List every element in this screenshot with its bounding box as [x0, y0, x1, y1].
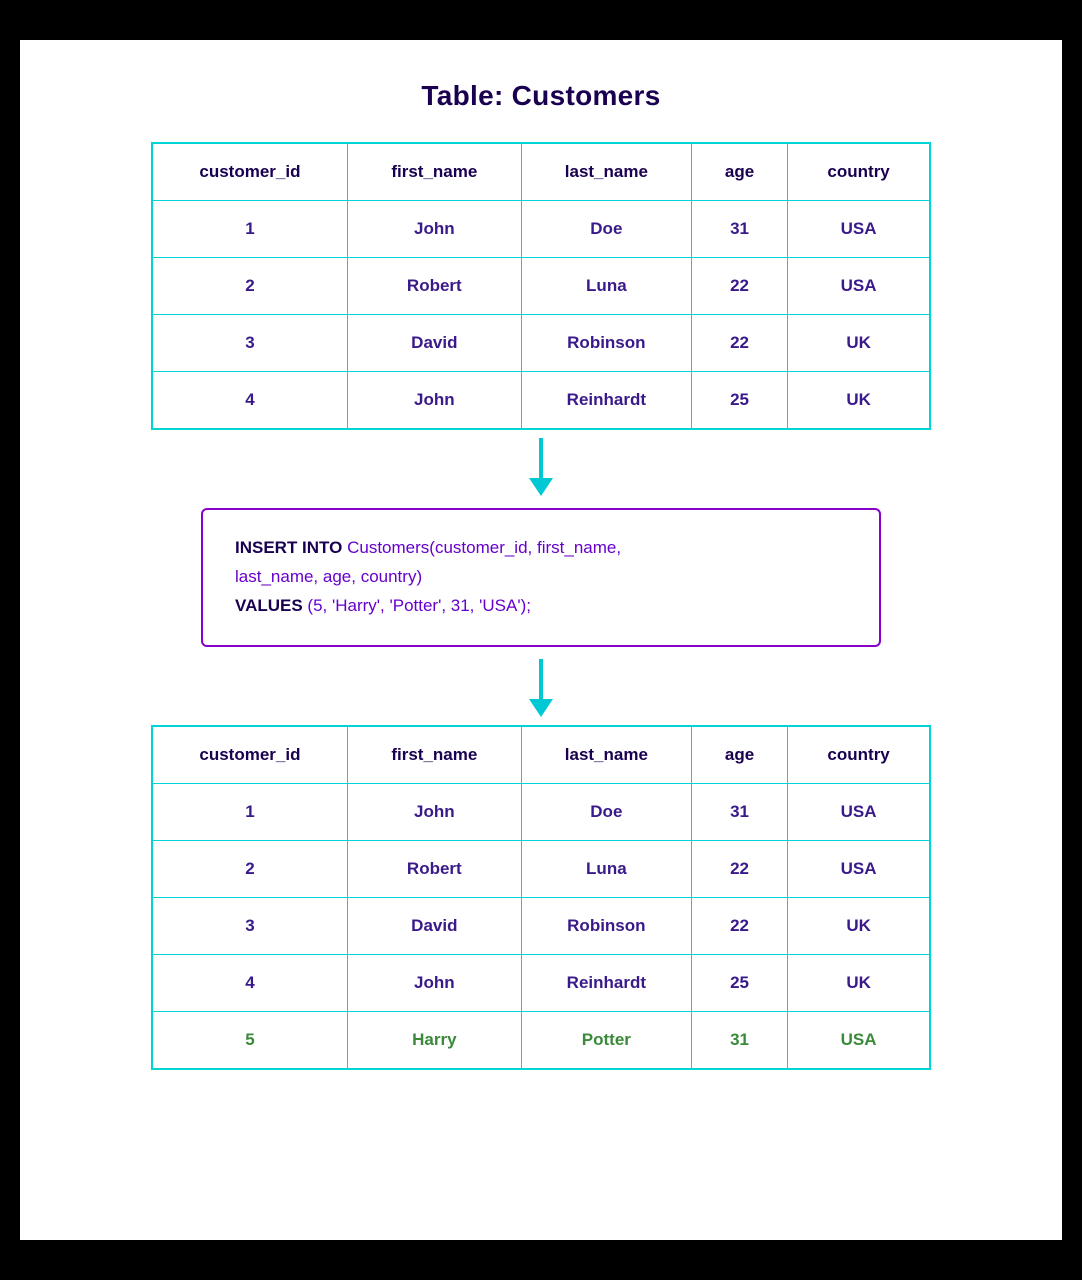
table-cell: Luna — [521, 258, 691, 315]
table-cell: Potter — [521, 1011, 691, 1069]
table-cell: USA — [788, 201, 930, 258]
table-cell: John — [347, 954, 521, 1011]
table-cell: Luna — [521, 840, 691, 897]
table-cell: 25 — [691, 372, 787, 430]
table-cell: John — [347, 201, 521, 258]
table-cell: Reinhardt — [521, 954, 691, 1011]
table-row: 1JohnDoe31USA — [152, 201, 930, 258]
table-cell: 22 — [691, 315, 787, 372]
sql-line1-rest: Customers(customer_id, first_name, — [342, 538, 621, 557]
table-cell: UK — [788, 954, 930, 1011]
table-cell: John — [347, 372, 521, 430]
table-cell: 31 — [691, 201, 787, 258]
arrow-1 — [529, 438, 553, 496]
table-row: 3DavidRobinson22UK — [152, 315, 930, 372]
table-cell: 2 — [152, 840, 347, 897]
table-cell: 31 — [691, 783, 787, 840]
table-cell: 1 — [152, 201, 347, 258]
table-row: 2RobertLuna22USA — [152, 258, 930, 315]
table-header-customer_id: customer_id — [152, 726, 347, 784]
table-cell: 3 — [152, 897, 347, 954]
arrow-shaft-1 — [539, 438, 543, 478]
table-row: 4JohnReinhardt25UK — [152, 954, 930, 1011]
arrow-shaft-2 — [539, 659, 543, 699]
table-cell: 5 — [152, 1011, 347, 1069]
arrow-head-1 — [529, 478, 553, 496]
table-cell: Doe — [521, 783, 691, 840]
diagram-wrapper: Table: Customers customer_idfirst_namela… — [20, 40, 1062, 1240]
sql-line-3: VALUES (5, 'Harry', 'Potter', 31, 'USA')… — [235, 592, 847, 621]
table-cell: USA — [788, 258, 930, 315]
table-cell: Reinhardt — [521, 372, 691, 430]
page-title: Table: Customers — [421, 80, 660, 112]
sql-line-1: INSERT INTO Customers(customer_id, first… — [235, 534, 847, 563]
table-header-last_name: last_name — [521, 726, 691, 784]
arrow-2 — [529, 659, 553, 717]
table-cell: UK — [788, 897, 930, 954]
table-row: 2RobertLuna22USA — [152, 840, 930, 897]
table-cell: UK — [788, 315, 930, 372]
table-cell: 4 — [152, 954, 347, 1011]
table-cell: 31 — [691, 1011, 787, 1069]
table-cell: Robert — [347, 258, 521, 315]
arrow-head-2 — [529, 699, 553, 717]
sql-line3-rest: (5, 'Harry', 'Potter', 31, 'USA'); — [303, 596, 531, 615]
table-row: 3DavidRobinson22UK — [152, 897, 930, 954]
top-table: customer_idfirst_namelast_nameagecountry… — [151, 142, 931, 430]
table-cell: USA — [788, 1011, 930, 1069]
table-cell: 22 — [691, 840, 787, 897]
table-cell: 1 — [152, 783, 347, 840]
table-row: 1JohnDoe31USA — [152, 783, 930, 840]
table-cell: UK — [788, 372, 930, 430]
table-header-customer_id: customer_id — [152, 143, 347, 201]
sql-keyword-values: VALUES — [235, 596, 303, 615]
table-cell: Robinson — [521, 315, 691, 372]
table-cell: 25 — [691, 954, 787, 1011]
sql-line-2: last_name, age, country) — [235, 563, 847, 592]
bottom-table: customer_idfirst_namelast_nameagecountry… — [151, 725, 931, 1070]
table-row: 5HarryPotter31USA — [152, 1011, 930, 1069]
table-cell: Robinson — [521, 897, 691, 954]
table-cell: 2 — [152, 258, 347, 315]
table-header-first_name: first_name — [347, 726, 521, 784]
table-header-first_name: first_name — [347, 143, 521, 201]
table-header-country: country — [788, 726, 930, 784]
sql-box: INSERT INTO Customers(customer_id, first… — [201, 508, 881, 647]
table-header-age: age — [691, 143, 787, 201]
table-row: 4JohnReinhardt25UK — [152, 372, 930, 430]
table-cell: 22 — [691, 258, 787, 315]
table-cell: USA — [788, 840, 930, 897]
table-cell: Doe — [521, 201, 691, 258]
table-cell: David — [347, 315, 521, 372]
table-cell: David — [347, 897, 521, 954]
table-cell: 4 — [152, 372, 347, 430]
table-cell: Robert — [347, 840, 521, 897]
sql-keyword-insert: INSERT INTO — [235, 538, 342, 557]
table-cell: USA — [788, 783, 930, 840]
table-cell: Harry — [347, 1011, 521, 1069]
table-cell: 3 — [152, 315, 347, 372]
table-header-country: country — [788, 143, 930, 201]
table-header-last_name: last_name — [521, 143, 691, 201]
table-header-age: age — [691, 726, 787, 784]
table-cell: 22 — [691, 897, 787, 954]
table-cell: John — [347, 783, 521, 840]
